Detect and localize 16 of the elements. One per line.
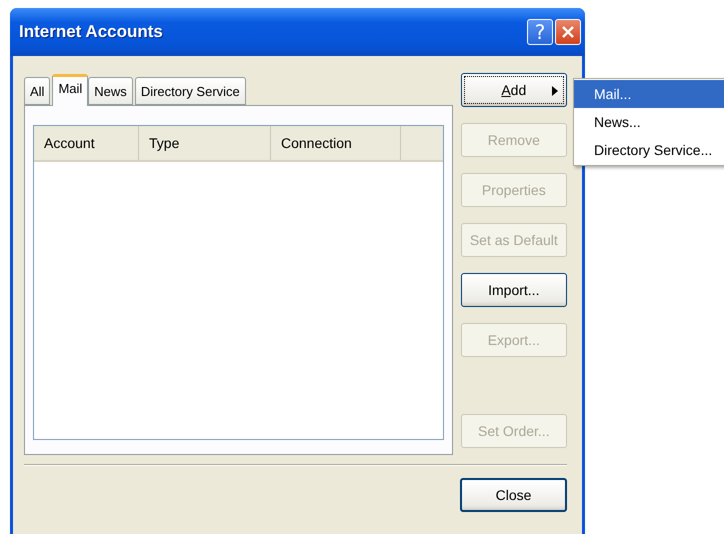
window-title: Internet Accounts (19, 22, 163, 42)
column-header[interactable]: Connection (271, 126, 401, 160)
tab[interactable]: Directory Service (134, 77, 246, 105)
close-dialog-button[interactable]: Close (460, 478, 567, 512)
submenu-arrow-icon (552, 86, 558, 96)
tab[interactable]: All (24, 77, 50, 105)
close-button[interactable] (555, 19, 581, 45)
column-header[interactable]: Account (34, 126, 139, 160)
tab[interactable]: Mail (52, 74, 88, 106)
help-button[interactable]: ? (527, 19, 553, 45)
close-icon (561, 25, 575, 39)
column-header[interactable]: Type (139, 126, 271, 160)
menu-item[interactable]: Mail... (574, 80, 724, 108)
action-button[interactable]: Add (460, 73, 567, 107)
action-button[interactable]: Import... (460, 273, 567, 307)
tab[interactable]: News (88, 77, 133, 105)
